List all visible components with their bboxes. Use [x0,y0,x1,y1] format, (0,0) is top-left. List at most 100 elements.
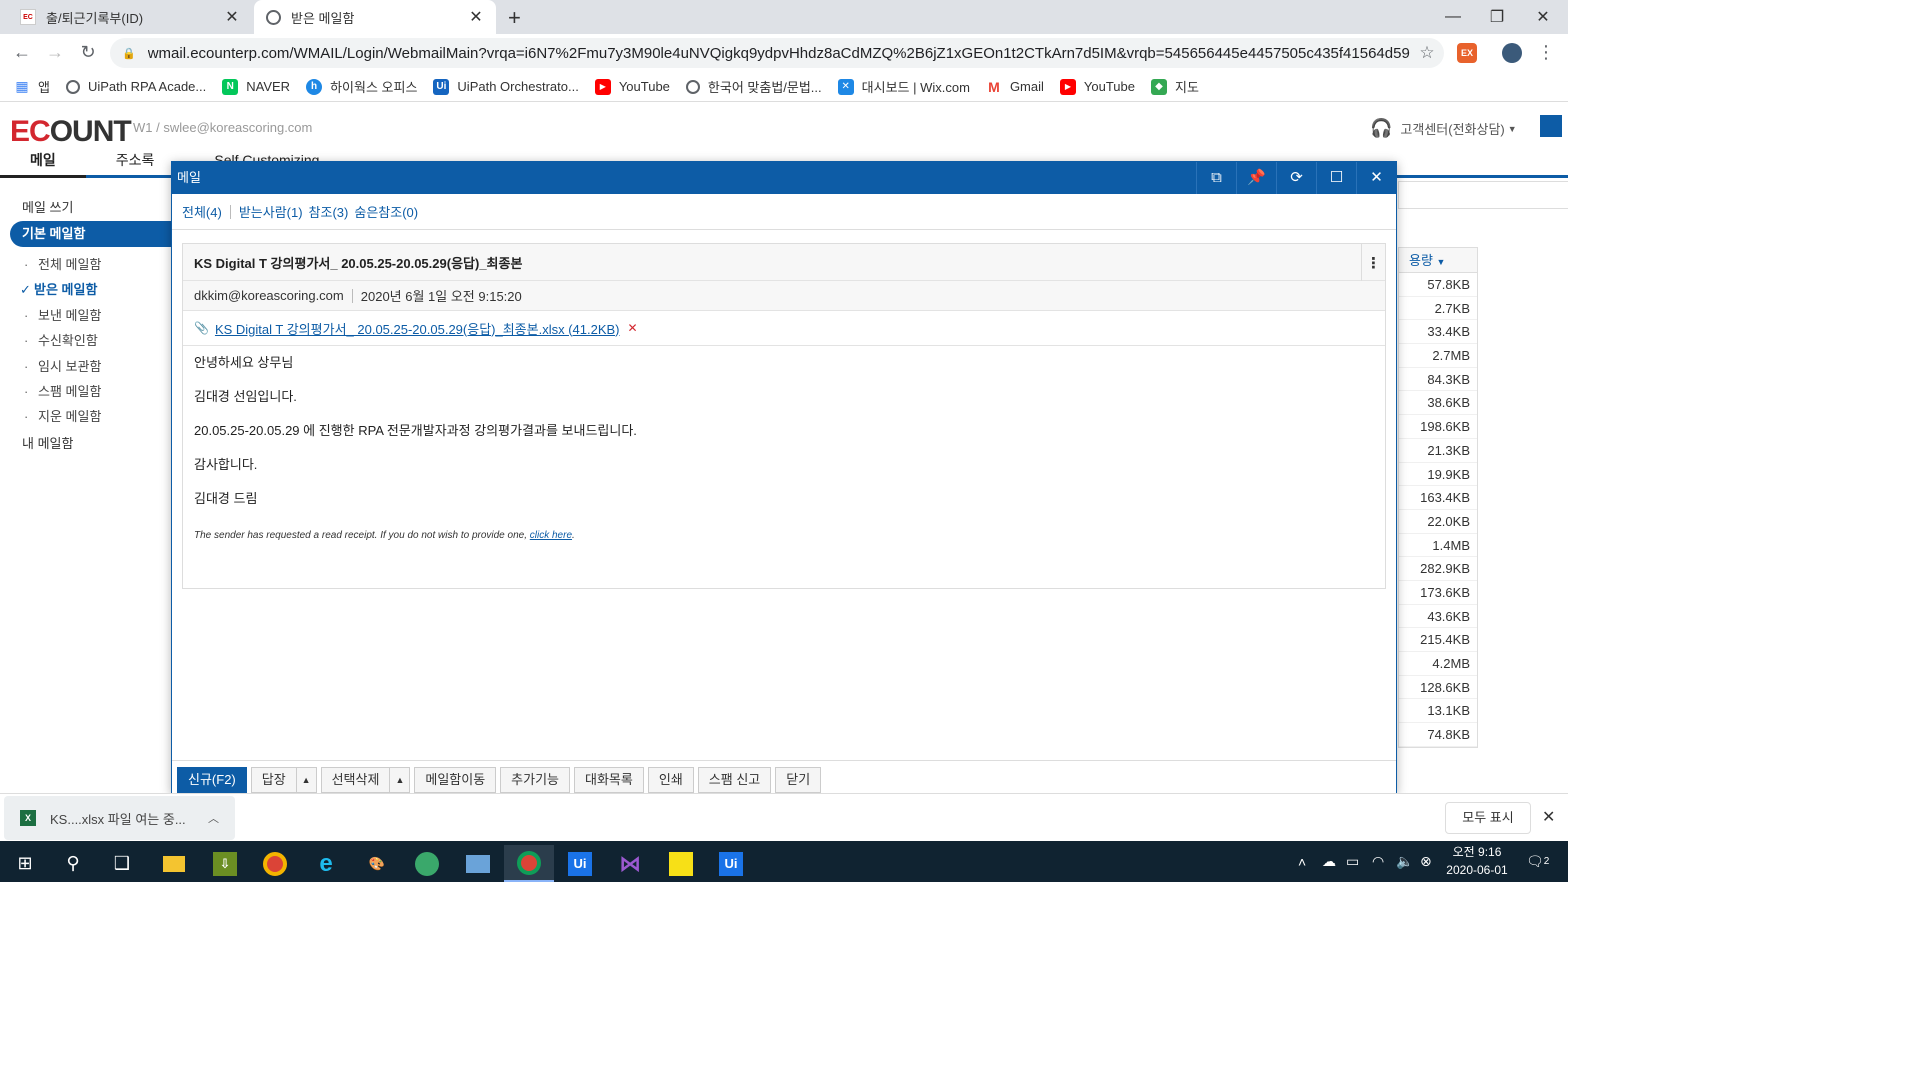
helpdesk-menu[interactable]: 🎧 고객센터(전화상담) ▼ [1370,118,1517,139]
compose-link[interactable]: 메일 쓰기 [22,197,73,216]
bookmark-label: 하이웍스 오피스 [330,80,418,95]
attachment-link[interactable]: KS Digital T 강의평가서_ 20.05.25-20.05.29(응답… [215,319,620,338]
app-icon[interactable]: ⇩ [200,845,250,882]
sidebar-item-spam[interactable]: · 스팸 메일함 [24,381,101,400]
ecount-logo[interactable]: ECOUNT [10,115,132,149]
maximize-icon[interactable]: ❐ [1474,0,1520,34]
bookmark-wix[interactable]: ✕ 대시보드 | Wix.com [837,77,970,96]
chrome-icon[interactable] [250,845,300,882]
download-item[interactable]: X KS....xlsx 파일 여는 중... ︿ [4,796,235,840]
reply-button[interactable]: 답장 [250,767,297,793]
close-button[interactable]: 닫기 [775,767,822,793]
bookmark-youtube[interactable]: ▶ YouTube [594,78,670,95]
visual-studio-icon[interactable]: ⋈ [605,845,655,882]
recipients-to[interactable]: 받는사람(1) [239,202,303,221]
apps-grid-icon: ▦ [15,78,29,94]
nav-mail[interactable]: 메일 [0,151,86,178]
close-tab-icon[interactable]: ✕ [224,7,240,27]
back-icon[interactable]: ← [10,42,34,63]
sidebar-my-folders[interactable]: 내 메일함 [22,433,73,452]
sidebar-item-all[interactable]: · 전체 메일함 [24,254,101,273]
recipients-bcc[interactable]: 숨은참조(0) [354,202,418,221]
volume-icon[interactable]: 🔈 [1396,841,1413,882]
reply-dropdown-icon[interactable]: ▲ [295,767,317,793]
show-all-button[interactable]: 모두 표시 [1445,802,1531,834]
open-new-window-icon[interactable]: ⧉ [1196,162,1236,194]
paint-icon[interactable]: 🎨 [352,845,402,882]
report-spam-button[interactable]: 스팸 신고 [697,767,772,793]
file-explorer-icon[interactable] [149,845,199,882]
bookmark-gmail[interactable]: M Gmail [986,79,1044,95]
extra-functions-button[interactable]: 추가기능 [500,767,571,793]
more-options-icon[interactable]: ⋮ [1361,244,1385,281]
url-input[interactable]: 🔒 wmail.ecounterp.com/WMAIL/Login/Webmai… [110,38,1444,68]
sticky-notes-icon[interactable] [656,845,706,882]
pin-icon[interactable]: 📌 [1236,162,1276,194]
new-button[interactable]: 신규(F2) [177,767,247,793]
bookmark-label: 한국어 맞춤법/문법... [707,80,822,95]
uipath-studio-icon[interactable]: Ui [555,845,605,882]
bookmark-uipath-academy[interactable]: UiPath RPA Acade... [65,79,206,94]
menu-kebab-icon[interactable]: ⋮ [1534,42,1558,63]
minimize-icon[interactable]: — [1430,0,1476,34]
atom-icon[interactable] [402,845,452,882]
windows-start-icon[interactable]: ⊞ [0,845,50,882]
uipath-robot-icon[interactable]: Ui [706,845,756,882]
sidebar-item-receipts[interactable]: · 수신확인함 [24,330,98,349]
search-input[interactable] [1398,181,1568,209]
onedrive-icon[interactable]: ☁ [1322,841,1336,882]
remote-desktop-icon[interactable] [453,845,503,882]
battery-icon[interactable]: ▭ [1346,841,1359,882]
search-icon[interactable]: ⚲ [48,845,98,882]
forward-icon[interactable]: → [43,42,67,63]
sidebar-item-drafts[interactable]: · 임시 보관함 [24,356,101,375]
tab-attendance[interactable]: EC 출/퇴근기록부(ID) ✕ [8,0,252,34]
close-window-icon[interactable]: ✕ [1520,0,1566,34]
maximize-icon[interactable]: ☐ [1316,162,1356,194]
bookmark-youtube-2[interactable]: ▶ YouTube [1059,78,1135,95]
extension-icon[interactable]: EX [1457,43,1477,63]
recipients-all[interactable]: 전체(4) [182,202,222,221]
bookmark-uipath-orchestrator[interactable]: Ui UiPath Orchestrato... [433,78,579,95]
new-tab-icon[interactable]: + [508,5,521,31]
chrome-active-icon[interactable] [504,845,554,882]
chevron-up-icon[interactable]: ︿ [208,810,219,826]
system-clock[interactable]: 오전 9:16 2020-06-01 [1442,843,1512,879]
logout-icon[interactable] [1540,115,1562,137]
mail-sender[interactable]: dkkim@koreascoring.com [194,288,344,303]
thread-button[interactable]: 대화목록 [574,767,644,793]
task-view-icon[interactable]: ❑ [97,845,147,882]
ime-icon[interactable]: ⊗ [1420,841,1432,882]
delete-dropdown-icon[interactable]: ▲ [389,767,411,793]
nav-addressbook[interactable]: 주소록 [86,151,185,178]
chevron-up-icon[interactable]: ˄ [1298,841,1306,882]
wifi-icon[interactable]: ◠ [1372,841,1384,882]
print-button[interactable]: 인쇄 [647,767,694,793]
internet-explorer-icon[interactable]: e [301,845,351,882]
bookmark-hiworks[interactable]: h 하이웍스 오피스 [306,77,417,96]
delete-button[interactable]: 선택삭제 [320,767,391,793]
bookmark-maps[interactable]: ◆ 지도 [1150,77,1199,96]
sidebar-group-default[interactable]: 기본 메일함 [10,221,172,247]
bookmark-apps[interactable]: ▦ 앱 [14,77,50,96]
refresh-icon[interactable]: ⟳ [1276,162,1316,194]
delete-attachment-icon[interactable]: ✕ [628,321,638,335]
tab-inbox[interactable]: 받은 메일함 ✕ [254,0,496,34]
bookmark-star-icon[interactable]: ☆ [1410,43,1444,63]
sidebar-item-sent[interactable]: · 보낸 메일함 [24,305,101,324]
notification-center-icon[interactable]: 🗨 2 [1526,841,1549,882]
bookmark-spellcheck[interactable]: 한국어 맞춤법/문법... [685,77,822,96]
recipients-cc[interactable]: 참조(3) [309,202,349,221]
sidebar-item-trash[interactable]: · 지운 메일함 [24,406,101,425]
receipt-link[interactable]: click here [530,530,572,541]
bookmark-naver[interactable]: N NAVER [222,78,290,95]
move-folder-button[interactable]: 메일함이동 [414,767,497,793]
profile-avatar[interactable] [1502,43,1522,63]
close-tab-icon[interactable]: ✕ [468,7,484,27]
close-icon[interactable]: ✕ [1542,807,1555,827]
reload-icon[interactable]: ↻ [76,42,100,63]
bookmark-label: Gmail [1009,79,1044,94]
close-icon[interactable]: ✕ [1356,162,1396,194]
sidebar-item-inbox[interactable]: ✓ 받은 메일함 [20,279,97,298]
size-column-header[interactable]: 용량 ▼ [1398,247,1478,273]
